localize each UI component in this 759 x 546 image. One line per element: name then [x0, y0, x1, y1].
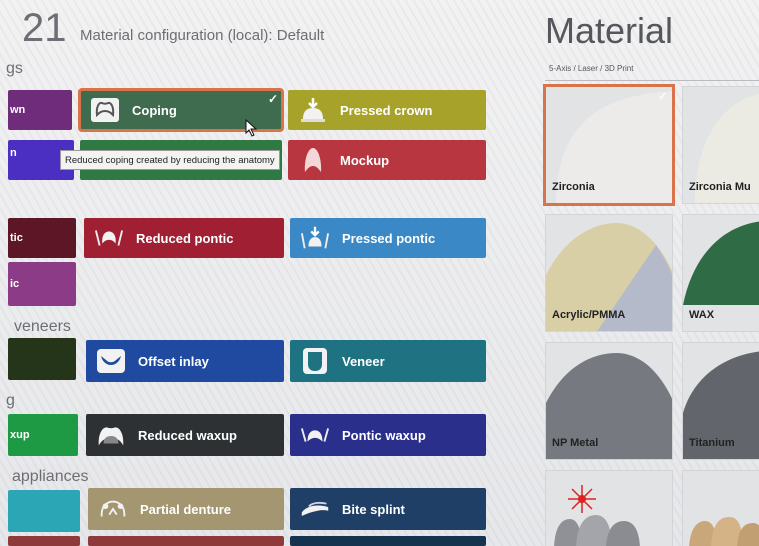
material-card-printed[interactable] [682, 470, 759, 546]
reduced-pontic-icon [94, 224, 124, 252]
config-label-text: Material configuration (local): [80, 27, 273, 44]
screen: 21 Material configuration (local): Defau… [0, 0, 759, 546]
tile-partial-bottom-2[interactable] [290, 536, 486, 546]
tile-pressed-crown-label: Pressed crown [340, 102, 433, 118]
pressed-pontic-icon [300, 224, 330, 252]
material-card-label: Zirconia Mu [689, 181, 751, 193]
coping-icon [90, 96, 120, 124]
section-waxup: g [6, 392, 15, 409]
material-card-wax[interactable]: WAX [682, 214, 759, 332]
tile-reduced-pontic[interactable]: Reduced pontic [84, 218, 284, 258]
material-card-np-metal[interactable]: NP Metal [545, 342, 673, 460]
reduced-waxup-icon [96, 421, 126, 449]
tile-reduced-waxup-label: Reduced waxup [138, 427, 237, 443]
check-icon: ✓ [657, 89, 668, 103]
tile-waxup-stub[interactable]: xup [8, 414, 78, 456]
mockup-icon [298, 146, 328, 174]
tile-partial-bottom-1[interactable] [88, 536, 284, 546]
tile-partial-denture-label: Partial denture [140, 501, 232, 517]
material-card-label: NP Metal [552, 437, 599, 449]
tile-crown-stub-label: wn [10, 104, 26, 116]
tile-partial-denture[interactable]: Partial denture [88, 488, 284, 530]
material-card-label: Acrylic/PMMA [552, 309, 626, 321]
tile-veneer-label: Veneer [342, 353, 385, 369]
tile-veneer-stub[interactable] [8, 338, 76, 380]
tile-appliance-stub[interactable] [8, 490, 80, 532]
tile-mockup-label: Mockup [340, 152, 390, 168]
tile-waxup-stub-label: xup [10, 429, 30, 441]
tile-bite-splint[interactable]: Bite splint [290, 488, 486, 530]
printed-teeth-icon [689, 517, 759, 546]
tile-veneer[interactable]: Veneer [290, 340, 486, 382]
mouse-cursor-icon [245, 118, 259, 142]
pressed-crown-icon [298, 96, 328, 124]
tile-reduced-pontic-label: Reduced pontic [136, 230, 234, 246]
divider [545, 80, 759, 81]
tile-pressed-pontic-label: Pressed pontic [342, 230, 436, 246]
tile-offset-inlay-label: Offset inlay [138, 353, 209, 369]
bite-splint-icon [300, 495, 330, 523]
tile-pontic-waxup[interactable]: Pontic waxup [290, 414, 486, 456]
tile-coping-label: Coping [132, 102, 177, 118]
tile-mockup[interactable]: Mockup [288, 140, 486, 180]
tile-pressed-pontic[interactable]: Pressed pontic [290, 218, 486, 258]
material-title: Material [545, 10, 674, 51]
veneer-icon [300, 347, 330, 375]
tooth-number: 21 [22, 6, 67, 50]
section-veneers: veneers [14, 318, 71, 335]
laser-sintering-icon [554, 485, 640, 546]
tooltip: Reduced coping created by reducing the a… [60, 150, 280, 170]
material-card-laser[interactable] [545, 470, 673, 546]
tile-bite-splint-label: Bite splint [342, 501, 405, 517]
tile-appliance-stub-2[interactable] [8, 536, 80, 546]
material-card-label: Titanium [689, 437, 735, 449]
tile-pontic-waxup-label: Pontic waxup [342, 427, 426, 443]
material-card-label: WAX [689, 309, 715, 321]
material-card-label: Zirconia [552, 181, 595, 193]
material-card-acrylic[interactable]: Acrylic/PMMA [545, 214, 673, 332]
offset-inlay-icon [96, 347, 126, 375]
material-subtitle: 5-Axis / Laser / 3D Print [549, 64, 634, 73]
tile-pontic-stub-2-label: ic [10, 278, 20, 290]
material-card-titanium[interactable]: Titanium [682, 342, 759, 460]
tile-stub-2-label: n [10, 147, 17, 159]
tile-pontic-stub[interactable]: tic [8, 218, 76, 258]
tile-crown-stub[interactable]: wn [8, 90, 72, 130]
tile-pontic-stub-label: tic [10, 232, 23, 244]
tile-offset-inlay[interactable]: Offset inlay [86, 340, 284, 382]
material-card-zirconia[interactable]: ✓ Zirconia [543, 84, 675, 206]
tile-pressed-crown[interactable]: Pressed crown [288, 90, 486, 130]
section-appliances: appliances [12, 468, 89, 485]
material-card-zirconia-multi[interactable]: Zirconia Mu [682, 86, 759, 204]
tile-pontic-stub-2[interactable]: ic [8, 262, 76, 306]
material-config-label: Material configuration (local): Default [80, 27, 324, 44]
tile-reduced-waxup[interactable]: Reduced waxup [86, 414, 284, 456]
pontic-waxup-icon [300, 421, 330, 449]
config-value[interactable]: Default [277, 27, 325, 44]
section-crowns: gs [6, 60, 23, 77]
check-icon: ✓ [267, 92, 278, 106]
partial-denture-icon [98, 495, 128, 523]
